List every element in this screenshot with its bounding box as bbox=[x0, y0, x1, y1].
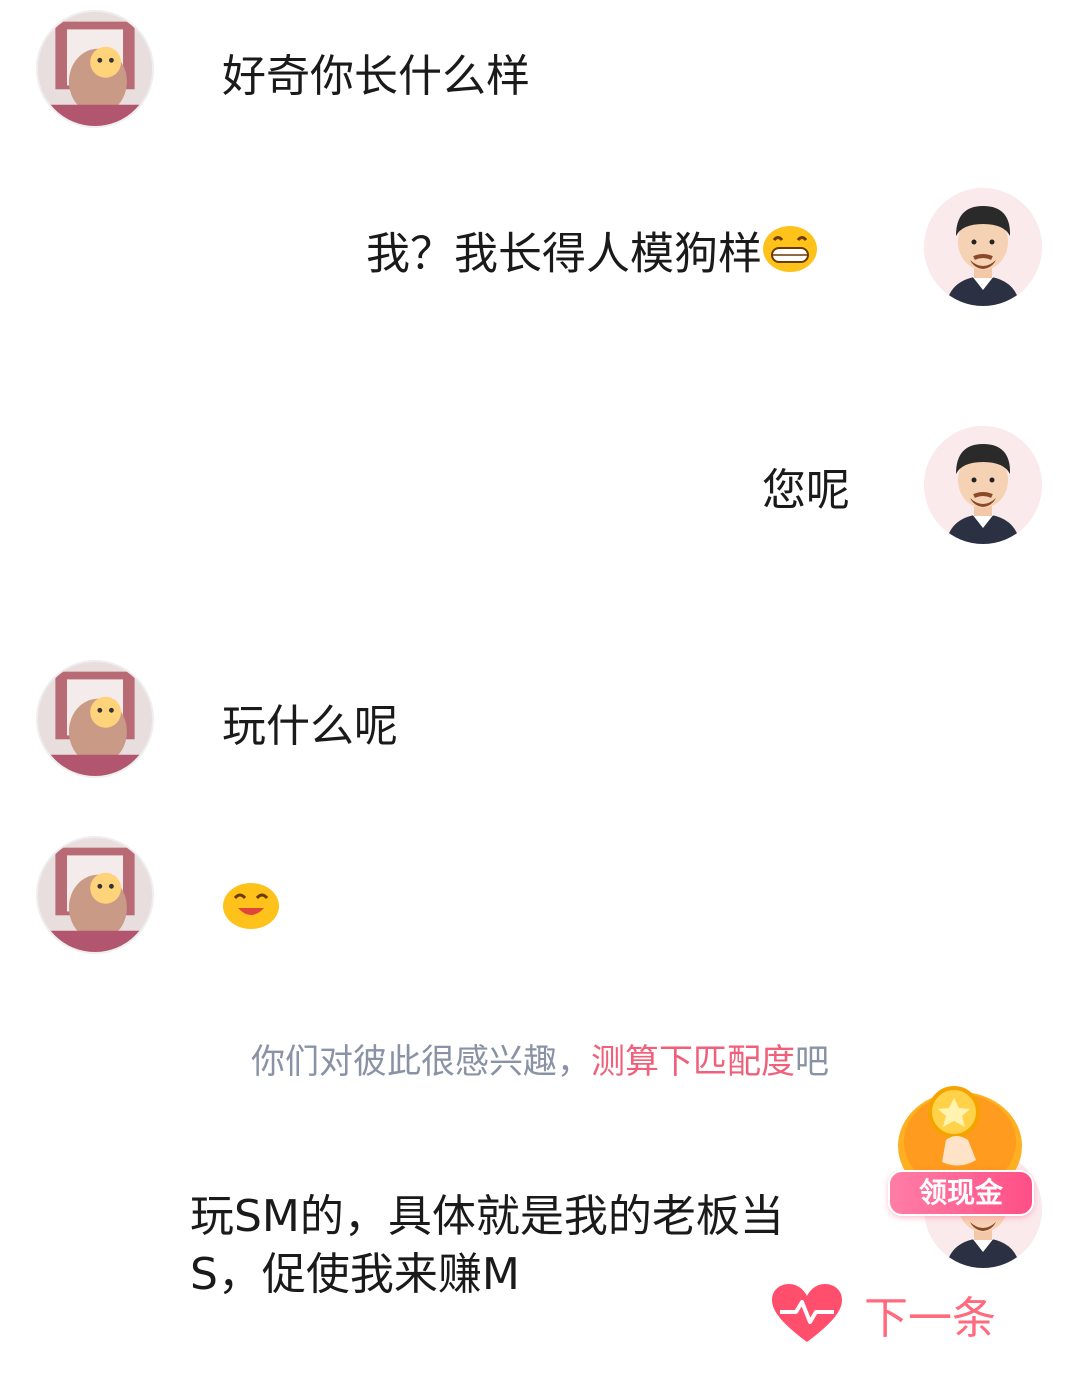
match-test-link[interactable]: 测算下匹配度 bbox=[591, 1042, 795, 1082]
my-avatar-illustration bbox=[924, 426, 1042, 544]
message-text: 我？我长得人模狗样 bbox=[366, 228, 762, 280]
smiling-emoji-icon bbox=[222, 880, 280, 934]
heartbeat-icon bbox=[772, 1284, 842, 1342]
my-avatar-illustration bbox=[924, 188, 1042, 306]
match-hint-prefix: 你们对彼此很感兴趣， bbox=[251, 1042, 591, 1082]
my-avatar[interactable] bbox=[924, 188, 1042, 306]
message-text-row: 我？我长得人模狗样 bbox=[366, 224, 818, 289]
cash-reward-label: 领现金 bbox=[888, 1170, 1034, 1216]
message-text: 您呢 bbox=[762, 465, 850, 516]
her-avatar-photo bbox=[38, 838, 152, 952]
her-avatar[interactable] bbox=[36, 836, 154, 954]
her-avatar[interactable] bbox=[36, 660, 154, 778]
her-avatar-photo bbox=[38, 12, 152, 126]
her-avatar[interactable] bbox=[36, 10, 154, 128]
message-text: 好奇你长什么样 bbox=[222, 51, 530, 102]
next-button[interactable]: 下一条 bbox=[770, 1282, 996, 1346]
grinning-emoji-icon bbox=[762, 224, 818, 289]
cash-reward-button[interactable]: 领现金 bbox=[888, 1082, 1038, 1232]
my-avatar[interactable] bbox=[924, 426, 1042, 544]
match-hint: 你们对彼此很感兴趣，测算下匹配度吧 bbox=[0, 1034, 1080, 1083]
her-avatar-photo bbox=[38, 662, 152, 776]
next-button-label: 下一条 bbox=[864, 1293, 996, 1344]
message-text: 玩什么呢 bbox=[222, 701, 398, 752]
match-hint-suffix: 吧 bbox=[795, 1042, 829, 1082]
message-text: 玩SM的，具体就是我的老板当S，促使我来赚M bbox=[190, 1191, 784, 1300]
